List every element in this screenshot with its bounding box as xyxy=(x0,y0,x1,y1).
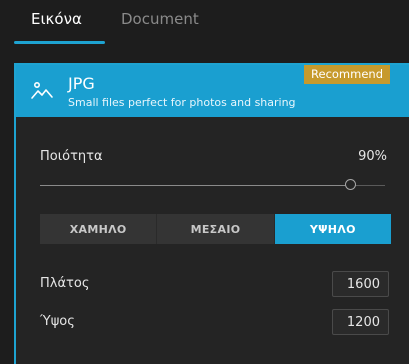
format-description: Small files perfect for photos and shari… xyxy=(68,96,296,109)
width-label: Πλάτος xyxy=(40,276,90,291)
width-input[interactable] xyxy=(332,271,389,297)
format-name: JPG xyxy=(68,74,95,93)
recommend-badge: Recommend xyxy=(304,65,390,84)
quality-value: 90% xyxy=(358,149,387,164)
preset-high-button[interactable]: ΥΨΗΛΟ xyxy=(273,214,391,244)
height-input[interactable] xyxy=(332,309,389,335)
height-label: Ύψος xyxy=(40,314,75,329)
image-mountain-icon xyxy=(31,81,53,99)
preset-low-button[interactable]: ΧΑΜΗΛΟ xyxy=(40,214,156,244)
tab-image[interactable]: Εικόνα xyxy=(31,10,82,28)
quality-slider-thumb[interactable] xyxy=(345,179,356,190)
format-option-jpg[interactable]: JPG Small files perfect for photos and s… xyxy=(16,65,409,117)
active-tab-indicator xyxy=(14,41,105,44)
tab-document[interactable]: Document xyxy=(121,10,199,28)
quality-label: Ποιότητα xyxy=(40,149,103,164)
format-panel: JPG Small files perfect for photos and s… xyxy=(14,63,409,364)
tab-bar: Εικόνα Document xyxy=(0,0,409,50)
preset-medium-button[interactable]: ΜΕΣΑΙΟ xyxy=(156,214,273,244)
export-settings: Εικόνα Document JPG Small files perfect … xyxy=(0,0,409,364)
quality-slider-fill xyxy=(40,185,345,186)
quality-slider[interactable] xyxy=(40,179,385,190)
quality-preset-selector: ΧΑΜΗΛΟ ΜΕΣΑΙΟ ΥΨΗΛΟ xyxy=(40,214,391,244)
